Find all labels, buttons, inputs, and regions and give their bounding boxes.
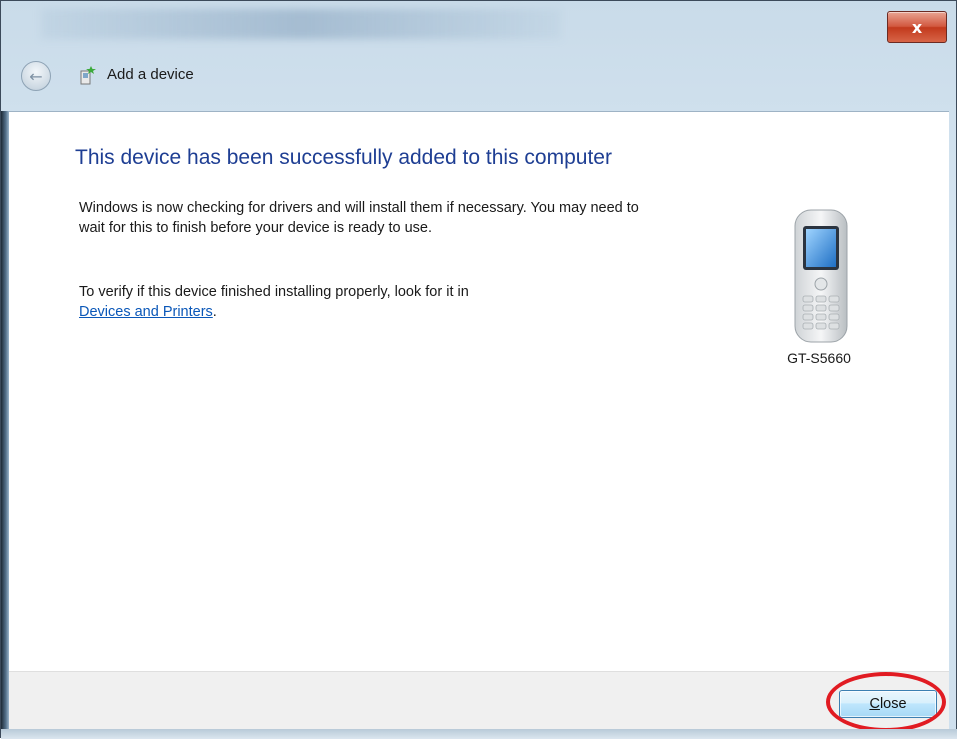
verify-prefix: To verify if this device finished instal… (79, 284, 469, 300)
verify-info-text: To verify if this device finished instal… (79, 282, 649, 322)
close-access-key: C (869, 696, 880, 712)
verify-suffix: . (212, 304, 217, 320)
nav-bar: ← Add a device (9, 53, 949, 97)
add-device-window: x ← Add a device This device has been su… (0, 0, 957, 739)
devices-and-printers-link[interactable]: Devices and Printers (79, 304, 213, 320)
window-left-edge (1, 111, 9, 739)
dialog-footer: Close (9, 671, 949, 730)
driver-info-text: Windows is now checking for drivers and … (79, 200, 639, 236)
content-pane: This device has been successfully added … (9, 111, 949, 672)
back-arrow-icon: ← (29, 66, 43, 86)
page-title: This device has been successfully added … (75, 146, 612, 169)
device-name-label: GT-S5660 (787, 350, 851, 366)
close-label: lose (879, 696, 907, 712)
mobile-phone-icon (794, 209, 848, 343)
nav-title: Add a device (107, 66, 194, 83)
add-device-icon (80, 66, 96, 85)
close-button[interactable]: Close (839, 690, 937, 718)
window-close-button[interactable]: x (887, 11, 947, 43)
titlebar-background (41, 9, 561, 39)
back-button[interactable]: ← (21, 61, 51, 91)
close-icon: x (911, 17, 923, 37)
